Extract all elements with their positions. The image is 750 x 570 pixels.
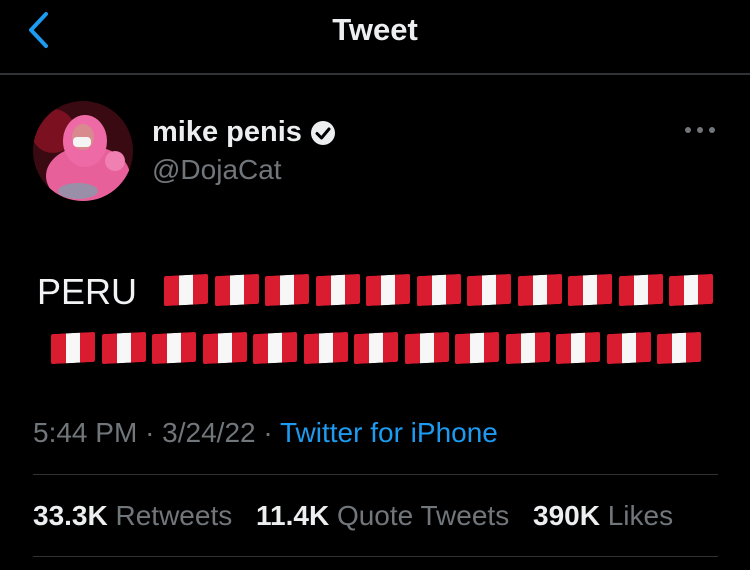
verified-badge-icon — [310, 120, 335, 145]
author-handle[interactable]: @DojaCat — [152, 154, 282, 186]
tweet-source-link[interactable]: Twitter for iPhone — [280, 417, 498, 448]
meta-separator: · — [263, 417, 273, 448]
flag-row-1 — [164, 273, 720, 307]
more-options-button[interactable] — [682, 120, 718, 140]
retweets-label: Retweets — [115, 500, 233, 531]
peru-flag-emoji — [657, 331, 701, 365]
likes-label: Likes — [607, 500, 674, 531]
author-name-text: mike penis — [152, 116, 302, 148]
quote-tweets-label: Quote Tweets — [336, 500, 510, 531]
flag-row-2 — [51, 331, 708, 365]
meta-divider — [33, 474, 718, 475]
stats-divider — [33, 556, 718, 557]
retweets-count: 33.3K — [33, 500, 108, 531]
peru-flag-emoji — [455, 331, 499, 365]
peru-flag-emoji — [265, 273, 309, 307]
peru-flag-emoji — [164, 273, 208, 307]
more-horizontal-icon — [685, 127, 715, 133]
peru-flag-emoji — [202, 331, 247, 365]
peru-flag-emoji — [366, 273, 410, 307]
peru-flag-emoji — [416, 273, 461, 307]
quote-tweets-stat[interactable]: 11.4K Quote Tweets — [256, 500, 509, 531]
peru-flag-emoji — [467, 273, 511, 307]
peru-flag-emoji — [568, 273, 612, 307]
peru-flag-emoji — [606, 331, 651, 365]
peru-flag-emoji — [556, 331, 600, 365]
avatar[interactable] — [33, 101, 133, 201]
quote-tweets-count: 11.4K — [256, 500, 330, 531]
author-name[interactable]: mike penis — [152, 116, 336, 149]
peru-flag-emoji — [404, 331, 449, 365]
avatar-image — [33, 101, 133, 201]
peru-flag-emoji — [303, 331, 348, 365]
peru-flag-emoji — [517, 273, 562, 307]
peru-flag-emoji — [51, 331, 95, 365]
top-bar: Tweet — [0, 0, 750, 74]
peru-flag-emoji — [315, 273, 360, 307]
peru-flag-emoji — [214, 273, 259, 307]
peru-flag-emoji — [618, 273, 663, 307]
peru-flag-emoji — [505, 331, 550, 365]
likes-stat[interactable]: 390K Likes — [533, 500, 673, 531]
tweet-time: 5:44 PM — [33, 417, 138, 448]
tweet-text: PERU — [37, 266, 727, 365]
likes-count: 390K — [533, 500, 600, 531]
meta-separator: · — [145, 417, 155, 448]
peru-flag-emoji — [152, 331, 196, 365]
peru-flag-emoji — [354, 331, 398, 365]
retweets-stat[interactable]: 33.3K Retweets — [33, 500, 232, 531]
tweet-stats: 33.3K Retweets 11.4K Quote Tweets 390K L… — [33, 500, 689, 532]
peru-flag-emoji — [101, 331, 146, 365]
peru-flag-emoji — [669, 273, 713, 307]
header-divider — [0, 73, 750, 75]
tweet-date: 3/24/22 — [162, 417, 256, 448]
tweet-meta: 5:44 PM · 3/24/22 · Twitter for iPhone — [33, 417, 498, 449]
page-title: Tweet — [332, 12, 418, 47]
tweet-text-prefix: PERU — [37, 271, 138, 312]
peru-flag-emoji — [253, 331, 297, 365]
